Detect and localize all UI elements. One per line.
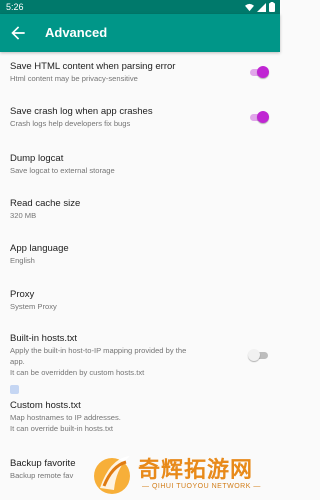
small-image-icon bbox=[10, 385, 19, 394]
save-crash-log-switch[interactable] bbox=[248, 111, 269, 123]
setting-proxy[interactable]: Proxy System Proxy bbox=[0, 282, 280, 328]
watermark-logo-icon bbox=[94, 456, 130, 494]
setting-built-in-hosts[interactable]: Built-in hosts.txt Apply the built-in ho… bbox=[0, 328, 280, 390]
status-time: 5:26 bbox=[6, 2, 24, 12]
setting-title: Built-in hosts.txt bbox=[10, 333, 78, 344]
setting-title: Dump logcat bbox=[10, 153, 64, 164]
setting-title: Read cache size bbox=[10, 198, 81, 209]
setting-title: Backup favorite bbox=[10, 458, 76, 469]
switch-knob bbox=[248, 349, 260, 361]
setting-save-crash-log[interactable]: Save crash log when app crashes Crash lo… bbox=[0, 98, 280, 144]
setting-summary-line: Map hostnames to IP addresses. bbox=[10, 413, 121, 422]
setting-summary-line: app. bbox=[10, 357, 25, 366]
setting-summary-line: It can override built-in hosts.txt bbox=[10, 424, 113, 433]
setting-title: Custom hosts.txt bbox=[10, 400, 81, 411]
setting-summary-line: Apply the built-in host-to-IP mapping pr… bbox=[10, 346, 187, 355]
watermark-text-cn: 奇辉拓游网 bbox=[138, 457, 254, 482]
setting-summary: Save logcat to external storage bbox=[10, 166, 115, 175]
setting-app-language[interactable]: App language English bbox=[0, 236, 280, 282]
status-bar: 5:26 bbox=[0, 0, 280, 14]
setting-read-cache-size[interactable]: Read cache size 320 MB bbox=[0, 190, 280, 236]
battery-icon bbox=[269, 2, 275, 12]
switch-knob bbox=[257, 66, 269, 78]
watermark-text-en: — QIHUI TUOYOU NETWORK — bbox=[142, 483, 261, 490]
setting-summary: System Proxy bbox=[10, 302, 57, 311]
setting-title: Save crash log when app crashes bbox=[10, 106, 153, 117]
setting-save-html[interactable]: Save HTML content when parsing error Htm… bbox=[0, 52, 280, 98]
save-html-switch[interactable] bbox=[248, 66, 269, 78]
setting-summary-line: It can be overridden by custom hosts.txt bbox=[10, 368, 145, 377]
signal-icon bbox=[257, 2, 266, 12]
setting-summary: English bbox=[10, 256, 35, 265]
wifi-icon bbox=[245, 3, 254, 11]
setting-dump-logcat[interactable]: Dump logcat Save logcat to external stor… bbox=[0, 144, 280, 190]
setting-custom-hosts[interactable]: Custom hosts.txt Map hostnames to IP add… bbox=[0, 390, 280, 440]
setting-summary: Html content may be privacy-sensitive bbox=[10, 74, 138, 83]
setting-summary: 320 MB bbox=[10, 211, 37, 220]
setting-title: Save HTML content when parsing error bbox=[10, 61, 176, 72]
watermark: 奇辉拓游网 — QIHUI TUOYOU NETWORK — bbox=[86, 448, 280, 500]
setting-title: App language bbox=[10, 243, 69, 254]
switch-knob bbox=[257, 111, 269, 123]
page-title: Advanced bbox=[45, 25, 108, 40]
setting-summary: Crash logs help developers fix bugs bbox=[10, 119, 131, 128]
setting-title: Proxy bbox=[10, 289, 35, 300]
built-in-hosts-switch[interactable] bbox=[248, 349, 268, 361]
arrow-back-icon[interactable] bbox=[8, 23, 28, 43]
app-bar: Advanced bbox=[0, 14, 280, 52]
